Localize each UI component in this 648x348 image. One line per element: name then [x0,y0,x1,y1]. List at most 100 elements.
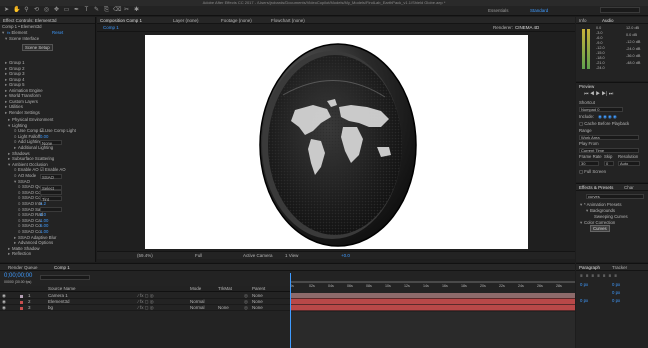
layer-trkmat-select[interactable]: None [218,305,229,311]
work-area-bar[interactable] [290,281,575,283]
layer-switches[interactable]: ⁄ fx ◻ ◎ [138,305,154,311]
tab-layer[interactable]: Layer (none) [173,17,199,24]
frame-rate-select[interactable]: 30 [579,161,599,166]
hand-icon[interactable]: ✋ [13,7,20,14]
space-before-field[interactable]: 0 px [580,298,588,304]
view-dropdown[interactable]: 1 View [285,253,298,258]
layer-parent-icon[interactable]: ◎ [244,305,248,311]
tab-comp1[interactable]: Comp 1 [54,264,70,271]
checkbox-label: Enable AO [45,167,66,173]
skip-field[interactable]: 0 [604,161,614,166]
last-frame-icon[interactable]: ⏭ [609,91,614,97]
roto-icon[interactable]: ✂ [123,7,130,14]
effects-search-input[interactable]: curves [586,194,644,199]
arrow-icon[interactable]: ➤ [3,7,10,14]
tab-flowchart[interactable]: Flowchart (none) [271,17,305,24]
visibility-eye-icon[interactable]: ◉ [2,305,6,311]
include-toggles[interactable]: ◉ ◉ ◉ ◉ [598,114,617,120]
resolution-dropdown[interactable]: Full [195,253,202,258]
type-icon[interactable]: T [83,7,90,14]
timeline-empty-area[interactable] [291,312,575,348]
tab-composition[interactable]: Composition Comp 1 [100,17,142,24]
eraser-icon[interactable]: ⌫ [113,7,121,14]
workspace-standard[interactable]: Standard [530,8,548,13]
scene-setup-button[interactable]: Scene Setup [22,44,53,51]
effect-name: Element [11,30,28,35]
zoom-icon[interactable]: ⚲ [23,7,30,14]
timeline-search-input[interactable] [40,275,90,280]
clone-icon[interactable]: ⎘ [103,7,110,14]
layer-label-color[interactable] [20,300,23,304]
ec-checkbox[interactable]: ☑ Enable AO [40,167,66,173]
tab-audio[interactable]: Audio [602,17,614,24]
ec-reflection[interactable]: ▸ Reflection [8,251,31,257]
exposure-value[interactable]: +0.0 [341,253,350,258]
play-from-select[interactable]: Current Time [579,148,639,153]
space-after-field[interactable]: 0 px [612,298,620,304]
ec-group-label: Group 3 [9,71,25,76]
play-icon[interactable]: ▶ [596,91,600,97]
layer-mode-select[interactable]: Normal [190,305,205,311]
tab-character[interactable]: Char [624,184,634,191]
tree-curves[interactable]: Curves [590,225,610,232]
ec-group-label: Custom Layers [9,98,38,104]
tab-footage[interactable]: Footage (none) [221,17,252,24]
comp-subtab[interactable]: Comp 1 [103,25,119,30]
layer-label-color[interactable] [20,294,23,298]
prev-frame-icon[interactable]: ◀ [590,91,594,97]
tab-info[interactable]: Info [579,17,587,24]
cache-checkbox[interactable]: ▢ Cache Before Playback [579,121,629,127]
ruler-tick-label: 06s [347,284,353,288]
tab-effects-presets[interactable]: Effects & Presets [579,184,613,191]
ruler-tick-label: 14s [423,284,429,288]
range-select[interactable]: Work Area [579,135,639,140]
layer-name[interactable]: bg [48,305,53,311]
renderer-value[interactable]: CINEMA 4D [515,25,539,30]
layer-duration-bar[interactable] [291,305,575,311]
ec-select[interactable]: Select [40,184,62,191]
brush-icon[interactable]: ✎ [93,7,100,14]
tab-tracker[interactable]: Tracker [612,264,627,271]
camera-dropdown[interactable]: Active Camera [243,253,273,258]
reset-link[interactable]: Reset [52,30,63,36]
ec-select[interactable]: SSAO [40,173,62,180]
workspace-essentials[interactable]: Essentials [488,8,509,13]
table-row[interactable]: ◉ 3 bg ⁄ fx ◻ ◎ Normal None ◎ None [0,305,290,311]
ec-select[interactable] [40,190,62,196]
fx-icon[interactable]: fx [7,30,10,35]
layer-label-color[interactable] [20,306,23,310]
zoom-dropdown[interactable]: (59.4%) [137,253,153,258]
effect-controls-tab[interactable]: Effect Controls: Element3d [0,17,95,24]
pan-behind-icon[interactable]: ✥ [53,7,60,14]
indent-right-field[interactable]: 0 px [612,282,620,288]
puppet-icon[interactable]: ✱ [133,7,140,14]
timecode[interactable]: 0;00;00;00 [4,273,32,279]
rect-mask-icon[interactable]: ▭ [63,7,70,14]
pen-icon[interactable]: ✒ [73,7,80,14]
indent-first-field[interactable]: 0 px [612,290,620,296]
tab-render-queue[interactable]: Render Queue [8,264,38,271]
rotate-icon[interactable]: ⟲ [33,7,40,14]
tab-paragraph[interactable]: Paragraph [579,264,600,271]
search-help-input[interactable] [600,7,640,13]
scene-setup-row: Scene Setup [22,44,53,51]
resolution-select[interactable]: Auto [618,161,640,166]
ec-group-9[interactable]: ▸ Render Settings [5,110,40,116]
ec-label: Lighting [12,122,28,128]
alignment-buttons[interactable]: ≡ ≡ ≡ ≡ ≡ ≡ ≡ [580,273,618,279]
first-frame-icon[interactable]: ⏮ [584,91,589,97]
ruler-tick-label: 26s [537,284,543,288]
ec-value[interactable]: 1.2 [40,201,46,207]
ec-label: AO Mode [18,173,37,178]
full-screen-checkbox[interactable]: ▢ Full Screen [579,169,606,175]
shortcut-select[interactable]: Numpad 0 [579,107,623,112]
comp-canvas[interactable] [145,35,528,249]
layer-parent-select[interactable]: None [252,305,263,311]
next-frame-icon[interactable]: ▶| [602,91,608,97]
indent-left-field[interactable]: 0 px [580,282,588,288]
scene-interface-label: ▾ Scene Interface [5,36,40,41]
time-ruler[interactable]: 0s 02s 04s 06s 08s 10s 12s 14s 16s 18s 20s 22s 24s 26… [290,273,575,291]
globe-render [259,43,417,247]
ruler-tick-label: 28s [556,284,562,288]
camera-orbit-icon[interactable]: ◎ [43,7,50,14]
